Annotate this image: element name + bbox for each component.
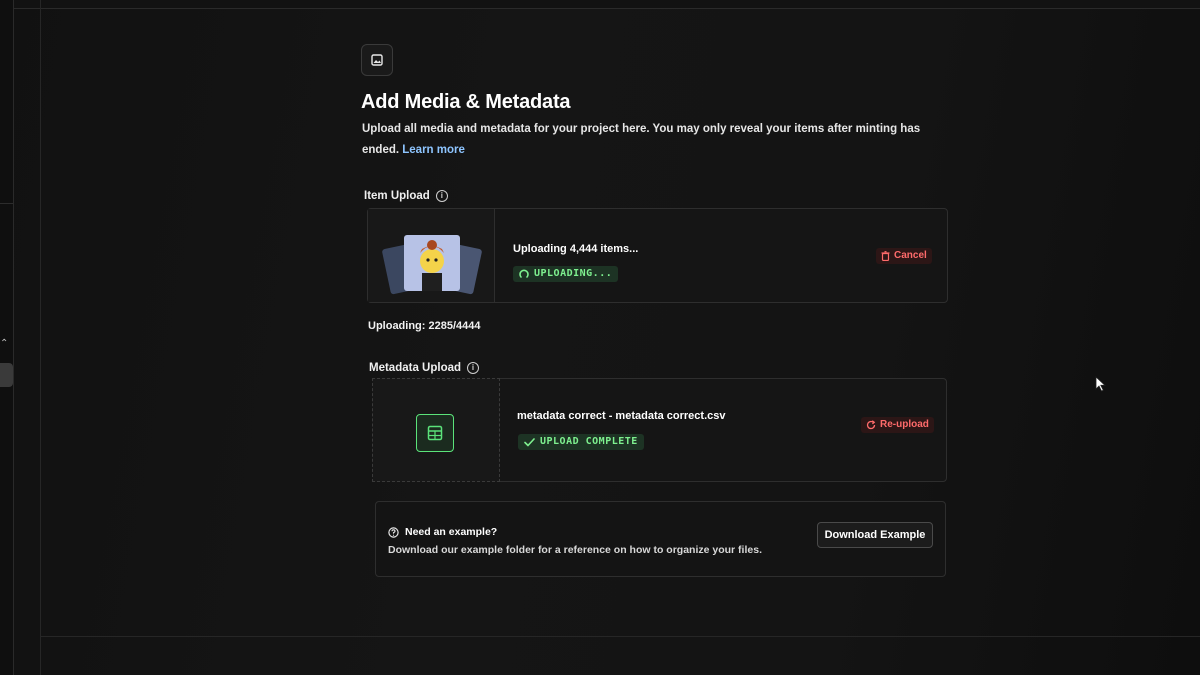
- table-icon: [416, 414, 454, 452]
- page-title: Add Media & Metadata: [361, 91, 571, 113]
- upload-status-title: Uploading 4,444 items...: [513, 243, 639, 255]
- example-description: Download our example folder for a refere…: [388, 544, 762, 556]
- page-description: Upload all media and metadata for your p…: [362, 119, 952, 161]
- upload-complete-badge-text: UPLOAD COMPLETE: [540, 436, 638, 447]
- example-callout: Need an example? Download our example fo…: [375, 501, 946, 577]
- item-upload-label-text: Item Upload: [364, 190, 430, 202]
- spinner-icon: [519, 269, 529, 278]
- cancel-button-label: Cancel: [894, 250, 927, 261]
- item-preview-image: [382, 235, 482, 295]
- item-upload-label: Item Upload i: [364, 190, 448, 202]
- help-circle-icon: [388, 526, 399, 538]
- uploading-badge: UPLOADING...: [513, 266, 619, 282]
- image-icon: [361, 44, 393, 76]
- reupload-button-label: Re-upload: [880, 419, 929, 430]
- refresh-icon: [866, 420, 876, 430]
- chevron-up-icon[interactable]: ⌃: [0, 338, 8, 349]
- metadata-upload-label-text: Metadata Upload: [369, 362, 462, 374]
- metadata-upload-card: metadata correct - metadata correct.csv …: [372, 378, 947, 482]
- cancel-button[interactable]: Cancel: [876, 248, 932, 264]
- metadata-file-thumbnail: [372, 378, 500, 482]
- example-title-text: Need an example?: [405, 526, 498, 538]
- info-icon[interactable]: i: [467, 362, 480, 374]
- left-sidebar: ⌃: [0, 0, 14, 675]
- item-preview-thumbnail: [368, 209, 495, 302]
- trash-icon: [881, 251, 890, 261]
- info-icon[interactable]: i: [435, 190, 448, 202]
- uploading-badge-text: UPLOADING...: [534, 268, 613, 279]
- app-screen: ⌃ Add Media & Metadata Upload all media …: [0, 0, 1200, 675]
- metadata-upload-label: Metadata Upload i: [369, 362, 480, 374]
- content-divider: [40, 0, 41, 675]
- sidebar-divider: [0, 203, 13, 204]
- sidebar-item-active[interactable]: [0, 363, 13, 387]
- upload-complete-badge: UPLOAD COMPLETE: [518, 434, 644, 450]
- check-icon: [524, 437, 535, 446]
- metadata-file-name: metadata correct - metadata correct.csv: [517, 410, 726, 422]
- example-title: Need an example?: [388, 526, 497, 538]
- top-bar: [0, 0, 1200, 9]
- learn-more-link[interactable]: Learn more: [402, 144, 465, 156]
- footer-divider: [40, 636, 1200, 637]
- reupload-button[interactable]: Re-upload: [861, 417, 934, 433]
- upload-progress-text: Uploading: 2285/4444: [368, 320, 481, 332]
- download-example-button[interactable]: Download Example: [817, 522, 933, 548]
- item-upload-card: Uploading 4,444 items... UPLOADING... Ca…: [367, 208, 948, 303]
